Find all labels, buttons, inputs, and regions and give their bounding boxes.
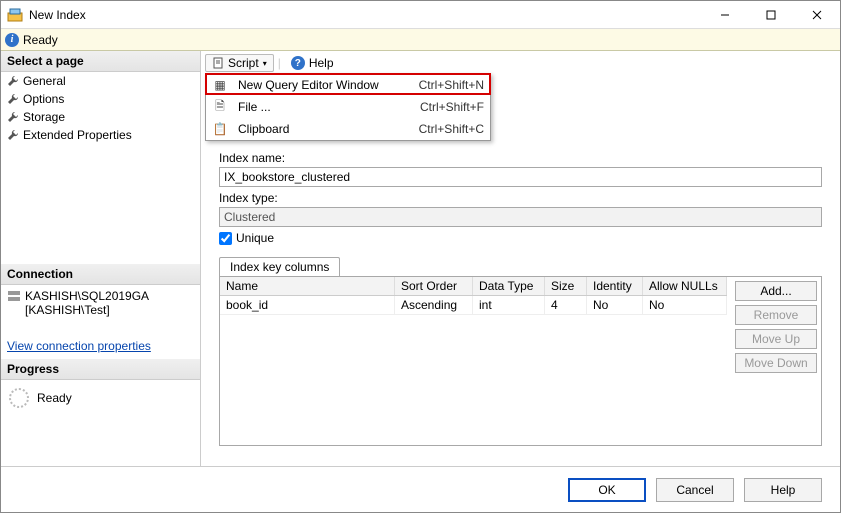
col-dtype[interactable]: Data Type (473, 277, 545, 295)
dialog-button-bar: OK Cancel Help (1, 466, 840, 512)
select-page-header: Select a page (1, 51, 200, 72)
status-text: Ready (23, 33, 58, 47)
page-options[interactable]: Options (1, 90, 200, 108)
script-menu-file[interactable]: 🗎 File ... Ctrl+Shift+F (206, 96, 490, 118)
page-label: Storage (23, 110, 65, 124)
cell-nulls: No (643, 296, 727, 315)
help-label: Help (309, 56, 334, 70)
add-column-button[interactable]: Add... (735, 281, 817, 301)
script-dropdown-button[interactable]: Script ▾ (205, 54, 274, 72)
cell-dtype: int (473, 296, 545, 315)
col-sort[interactable]: Sort Order (395, 277, 473, 295)
connection-header: Connection (1, 264, 200, 285)
progress-text: Ready (37, 391, 72, 405)
left-panel: Select a page General Options Storage Ex… (1, 51, 201, 466)
wrench-icon (7, 111, 19, 123)
page-label: General (23, 74, 66, 88)
clipboard-icon: 📋 (212, 122, 228, 136)
app-icon (7, 7, 23, 23)
cell-name: book_id (220, 296, 395, 315)
help-button-bottom[interactable]: Help (744, 478, 822, 502)
unique-checkbox[interactable] (219, 232, 232, 245)
page-label: Extended Properties (23, 128, 132, 142)
index-name-input[interactable] (219, 167, 822, 187)
file-icon: 🗎 (212, 97, 228, 118)
script-menu-clipboard[interactable]: 📋 Clipboard Ctrl+Shift+C (206, 118, 490, 140)
view-connection-link[interactable]: View connection properties (7, 339, 151, 353)
right-panel: Script ▾ | ? Help ▦ New Query Editor Win… (201, 51, 840, 466)
status-strip: i Ready (1, 29, 840, 51)
script-menu: ▦ New Query Editor Window Ctrl+Shift+N 🗎… (205, 73, 491, 141)
tab-index-key-columns[interactable]: Index key columns (219, 257, 340, 276)
wrench-icon (7, 129, 19, 141)
move-up-button[interactable]: Move Up (735, 329, 817, 349)
page-label: Options (23, 92, 64, 106)
col-nulls[interactable]: Allow NULLs (643, 277, 727, 295)
minimize-button[interactable] (702, 1, 748, 29)
info-icon: i (5, 33, 19, 47)
chevron-down-icon: ▾ (263, 59, 267, 68)
unique-label: Unique (236, 231, 274, 245)
remove-column-button[interactable]: Remove (735, 305, 817, 325)
progress-ring-icon (9, 388, 29, 408)
col-identity[interactable]: Identity (587, 277, 643, 295)
cell-size: 4 (545, 296, 587, 315)
grid-row[interactable]: book_id Ascending int 4 No No (220, 296, 727, 315)
cell-sort: Ascending (395, 296, 473, 315)
index-type-label: Index type: (219, 191, 822, 205)
right-toolbar: Script ▾ | ? Help (201, 51, 840, 75)
connection-info: KASHISH\SQL2019GA [KASHISH\Test] (1, 285, 200, 321)
new-index-dialog: New Index i Ready Select a page General … (0, 0, 841, 513)
col-size[interactable]: Size (545, 277, 587, 295)
wrench-icon (7, 93, 19, 105)
database-name: [KASHISH\Test] (25, 303, 149, 317)
index-name-label: Index name: (219, 151, 822, 165)
col-name[interactable]: Name (220, 277, 395, 295)
page-general[interactable]: General (1, 72, 200, 90)
new-query-icon: ▦ (212, 78, 228, 92)
ok-button[interactable]: OK (568, 478, 646, 502)
title-bar: New Index (1, 1, 840, 29)
index-type-input (219, 207, 822, 227)
server-icon (7, 289, 21, 303)
script-label: Script (228, 56, 259, 70)
progress-header: Progress (1, 359, 200, 380)
script-icon (212, 57, 224, 69)
page-extended-properties[interactable]: Extended Properties (1, 126, 200, 144)
maximize-button[interactable] (748, 1, 794, 29)
window-title: New Index (29, 8, 86, 22)
help-icon: ? (291, 56, 305, 70)
page-storage[interactable]: Storage (1, 108, 200, 126)
server-name: KASHISH\SQL2019GA (25, 289, 149, 303)
script-menu-new-query[interactable]: ▦ New Query Editor Window Ctrl+Shift+N (206, 74, 490, 96)
help-button[interactable]: ? Help (285, 55, 340, 71)
cancel-button[interactable]: Cancel (656, 478, 734, 502)
move-down-button[interactable]: Move Down (735, 353, 817, 373)
key-columns-grid: Name Sort Order Data Type Size Identity … (220, 277, 727, 445)
close-button[interactable] (794, 1, 840, 29)
cell-identity: No (587, 296, 643, 315)
wrench-icon (7, 75, 19, 87)
